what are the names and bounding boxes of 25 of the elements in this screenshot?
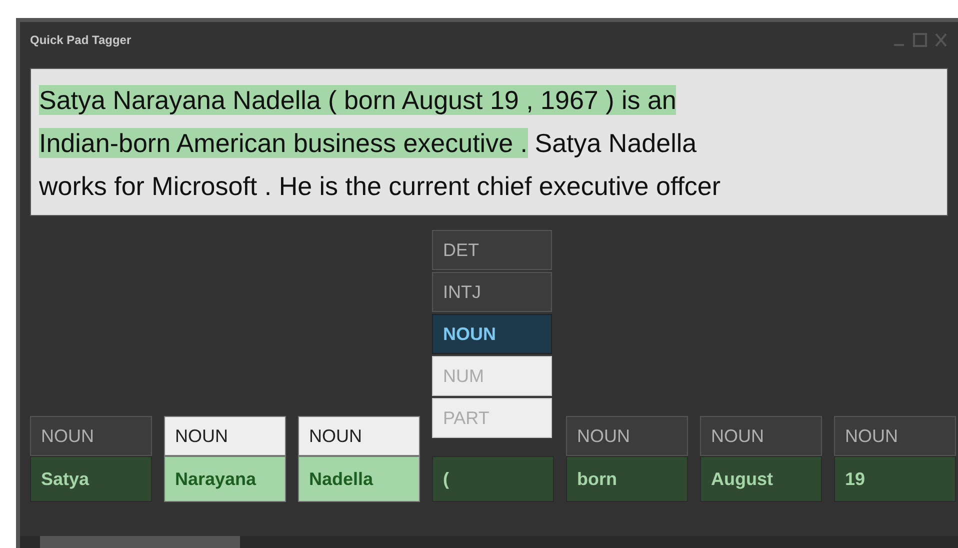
tag-option[interactable]: NOUN bbox=[432, 314, 552, 354]
tag-option[interactable]: DET bbox=[432, 230, 552, 270]
tag-option[interactable]: INTJ bbox=[432, 272, 552, 312]
close-icon[interactable] bbox=[934, 32, 948, 48]
tag-label[interactable]: NOUN bbox=[298, 416, 420, 456]
token-word[interactable]: 19 bbox=[834, 456, 956, 502]
passage-text: works for Microsoft . He is the current chief executive offcer bbox=[39, 171, 721, 201]
tag-label[interactable]: NOUN bbox=[566, 416, 688, 456]
tag-label[interactable]: NOUN bbox=[700, 416, 822, 456]
tag-label[interactable]: NOUN bbox=[30, 416, 152, 456]
token-word[interactable]: Satya bbox=[30, 456, 152, 502]
token-word[interactable]: born bbox=[566, 456, 688, 502]
token-word[interactable]: Nadella bbox=[298, 456, 420, 502]
passage-text: Indian-born American business executive . bbox=[39, 128, 528, 158]
horizontal-scrollbar[interactable] bbox=[20, 536, 958, 548]
text-area[interactable]: Satya Narayana Nadella ( born August 19 , 1967 ) is an Indian-born American business executive . Satya Nadella works for Microsoft . He is the current chief executive offcer bbox=[30, 68, 948, 216]
tag-label[interactable]: NOUN bbox=[164, 416, 286, 456]
token-word[interactable]: August bbox=[700, 456, 822, 502]
passage-text: Satya Nadella bbox=[534, 128, 697, 158]
maximize-icon[interactable] bbox=[912, 32, 928, 48]
tag-label[interactable]: NOUN bbox=[834, 416, 956, 456]
token-word[interactable]: ( bbox=[432, 456, 554, 502]
passage-text: Satya Narayana Nadella ( born August 19 , 1967 ) is an bbox=[39, 85, 676, 115]
token-word[interactable]: Narayana bbox=[164, 456, 286, 502]
window-title: Quick Pad Tagger bbox=[30, 32, 132, 49]
